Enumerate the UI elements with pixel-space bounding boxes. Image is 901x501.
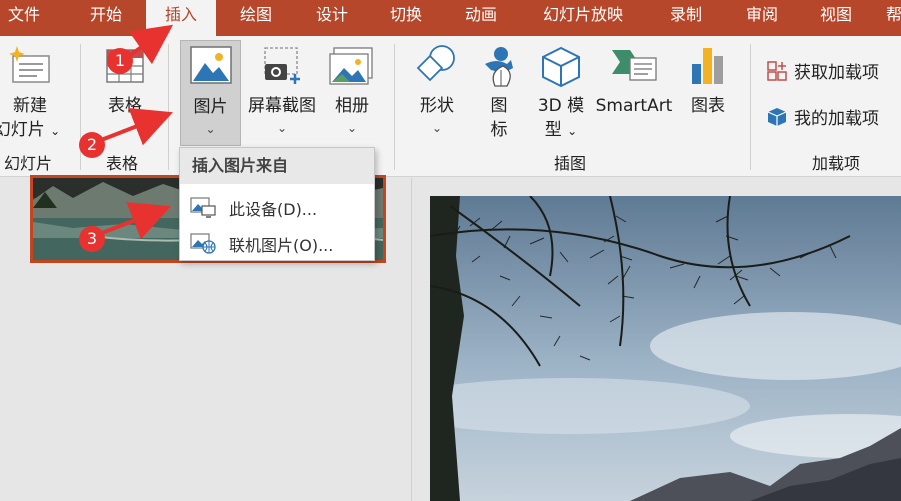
- annotation-badge-1: 1: [107, 48, 133, 74]
- annotation-badge-3: 3: [79, 226, 105, 252]
- annotation-arrow-2: [95, 108, 173, 146]
- tutorial-annotations: [93, 24, 174, 240]
- annotation-badge-2: 2: [79, 132, 105, 158]
